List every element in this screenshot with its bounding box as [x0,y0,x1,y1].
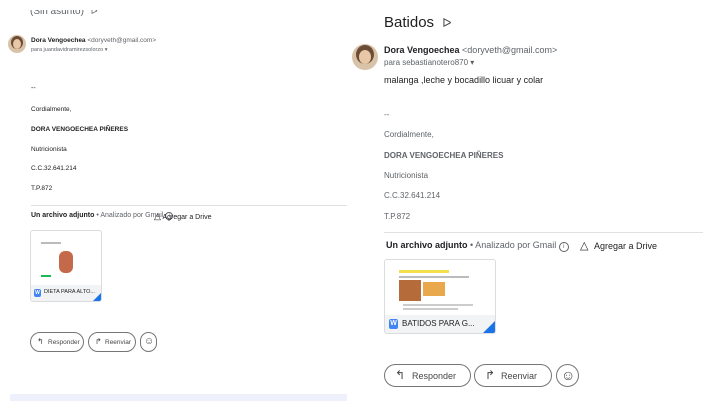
divider [31,205,347,206]
recipient-line[interactable]: para juandavidramirezsolorzo ▾ [31,47,107,53]
forward-icon: ↱ [95,337,102,346]
sig-role: Nutricionista [384,171,429,180]
thumbnail-line [41,242,61,244]
avatar [352,44,378,70]
thumbnail-line [403,304,473,306]
attachment-footer: W DIETA PARA ALTO... [31,285,101,301]
sender-name[interactable]: Dora Vengoechea [31,37,86,44]
thumbnail-image [59,251,73,273]
divider [384,232,703,233]
word-doc-icon: W [389,319,398,329]
drive-icon: △ [154,211,161,221]
thumbnail-image [423,282,445,296]
sig-cc: C.C.32.641.214 [384,191,441,200]
attachments-title: Un archivo adjunto [31,212,95,219]
emoji-button[interactable]: ☺ [556,364,579,387]
add-to-drive-button[interactable]: △ Agregar a Drive [154,211,212,222]
sig-name: DORA VENGOECHEA PIÑERES [31,126,129,133]
attachments-title: Un archivo adjunto [386,240,468,250]
emoji-button[interactable]: ☺ [140,332,157,352]
sig-role: Nutricionista [31,146,67,153]
label-icon[interactable]: ᐅ [91,10,98,16]
scanned-text: • Analizado por Gmail [470,240,557,250]
attachments-header: Un archivo adjunto • Analizado por Gmail… [31,212,174,220]
thumbnail-image [399,280,421,301]
emoji-icon: ☺ [561,367,576,383]
attachment-filename: BATIDOS PARA G... [402,319,475,328]
forward-icon: ↱ [485,368,496,382]
dropdown-icon[interactable]: ▾ [105,47,108,53]
sig-tp: T.P.872 [384,212,411,221]
reply-button[interactable]: ↰ Responder [384,364,471,387]
emoji-icon: ☺ [144,336,155,347]
info-icon[interactable]: i [558,242,569,252]
label-icon[interactable]: ᐅ [442,16,451,30]
sender-name[interactable]: Dora Vengoechea [384,45,460,55]
thumbnail-bar [41,275,51,277]
thumbnail-highlight [399,270,449,273]
right-email-pane: Batidos ᐅ Dora Vengoechea <doryveth@gmai… [352,0,703,401]
sender-email: <doryveth@gmail.com> [462,45,558,55]
forward-button[interactable]: ↱ Reenviar [474,364,552,387]
left-email-pane: (Sin asunto) ᐅ Dora Vengoechea <doryveth… [0,0,352,401]
thumbnail-line [403,308,458,310]
dropdown-icon[interactable]: ▾ [470,58,474,67]
body-text: malanga ,leche y bocadillo licuar y cola… [384,75,544,85]
body-dash: -- [31,85,36,92]
attachment-card[interactable]: W BATIDOS PARA G... [384,259,496,334]
sig-tp: T.P.872 [31,185,53,192]
recipient-line[interactable]: para sebastianotero870 ▾ [384,58,474,67]
attachments-header: Un archivo adjunto • Analizado por Gmail… [386,240,569,252]
reply-icon: ↰ [395,368,406,382]
email-subject: Batidos ᐅ [384,14,452,31]
subject-partial: (Sin asunto) ᐅ [30,6,98,17]
sig-greeting: Cordialmente, [384,130,434,139]
word-doc-icon: W [34,289,41,297]
bottom-bar [10,394,347,401]
attachment-filename: DIETA PARA ALTO... [44,289,95,295]
reply-button[interactable]: ↰ Responder [30,332,84,352]
sender-email: <doryveth@gmail.com> [87,37,157,44]
avatar [8,35,26,53]
reply-icon: ↰ [37,337,44,346]
sender-line: Dora Vengoechea <doryveth@gmail.com> [31,37,156,44]
body-dash: -- [384,110,390,119]
drive-icon: △ [580,240,589,252]
sender-line: Dora Vengoechea <doryveth@gmail.com> [384,45,557,55]
sig-greeting: Cordialmente, [31,106,72,113]
attachment-footer: W BATIDOS PARA G... [385,315,495,333]
forward-button[interactable]: ↱ Reenviar [88,332,136,352]
add-to-drive-button[interactable]: △ Agregar a Drive [580,239,657,252]
attachment-card[interactable]: W DIETA PARA ALTO... [30,230,102,302]
sig-name: DORA VENGOECHEA PIÑERES [384,151,504,160]
thumbnail-line [399,276,469,278]
sig-cc: C.C.32.641.214 [31,165,77,172]
